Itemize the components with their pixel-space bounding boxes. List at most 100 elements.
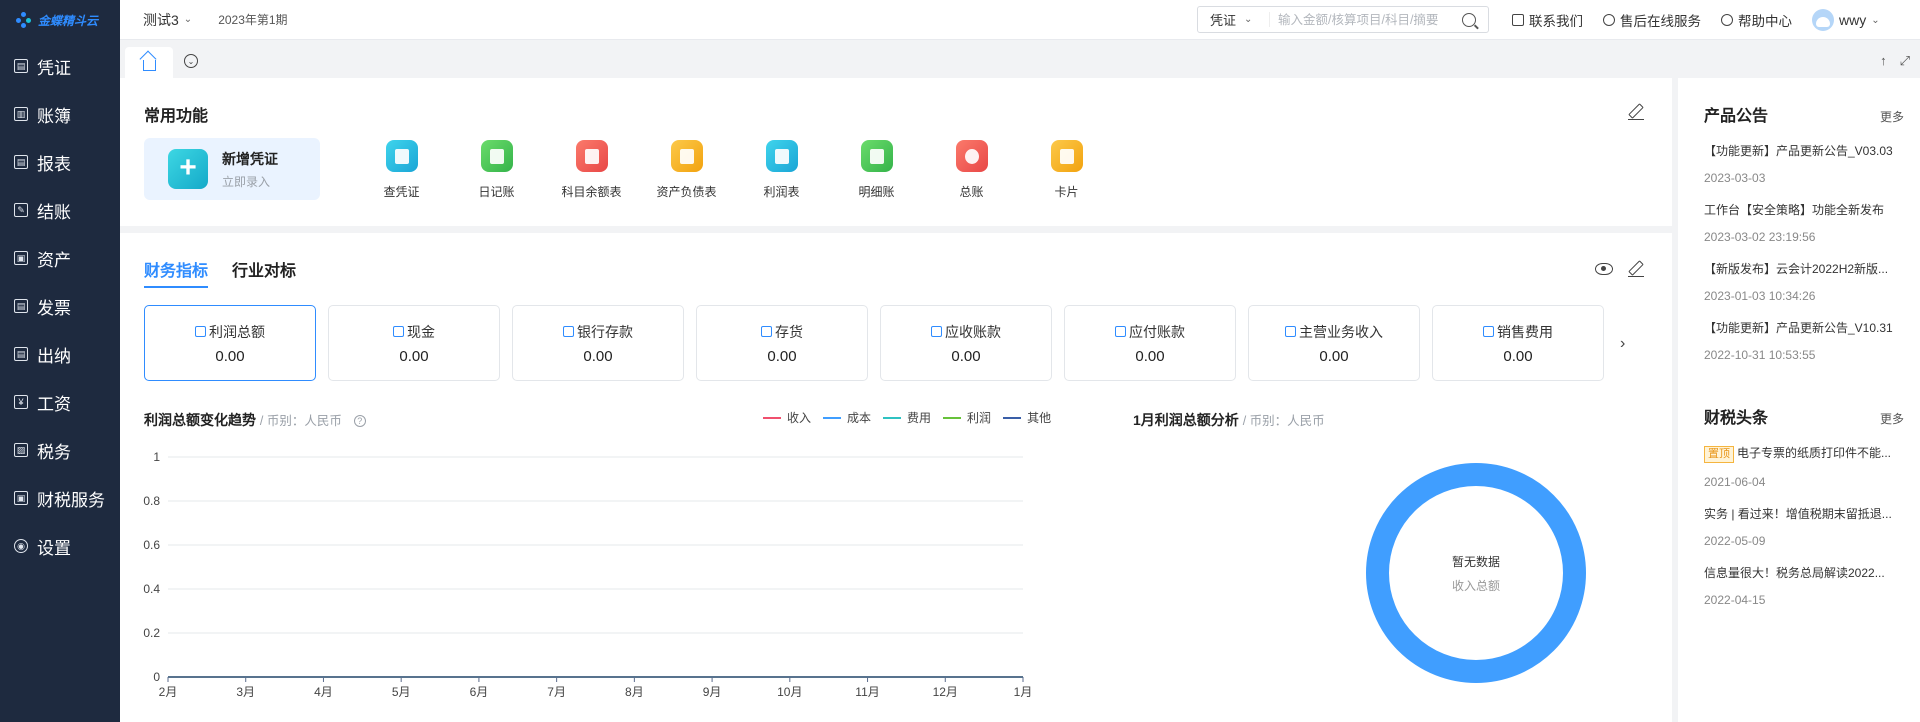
quick-link-card[interactable]: 卡片 <box>1019 140 1114 200</box>
tax-headlines: 财税头条 更多 置顶 电子专票的纸质打印件不能... 2021-06-04 实务 |… <box>1704 404 1904 607</box>
help-center-link[interactable]: 帮助中心 <box>1721 10 1792 30</box>
contact-icon <box>1512 14 1524 26</box>
sidebar-item-cashier[interactable]: ▤ 出纳 <box>0 330 120 378</box>
new-voucher-subtitle: 立即录入 <box>222 174 271 189</box>
new-voucher-button[interactable]: + 新增凭证 立即录入 <box>144 138 320 200</box>
y-tick-label: 0.4 <box>143 582 160 596</box>
user-menu[interactable]: wwy ⌄ <box>1812 9 1880 31</box>
yen-card-icon <box>1050 140 1083 172</box>
sidebar: 金蝶精斗云 ▤ 凭证 ▥ 账簿 ▤ 报表 ✎ 结账 ▣ 资产 ▤ 发票 ▤ 出纳 ¥ 工资 ▨ 税… <box>0 0 120 722</box>
quick-link-balance-sheet[interactable]: 资产负债表 <box>639 140 734 200</box>
sidebar-item-tax-services[interactable]: ▣ 财税服务 <box>0 474 120 522</box>
donut-center-label: 收入总额 <box>1451 578 1500 593</box>
x-tick-label: 8月 <box>625 685 644 699</box>
sidebar-item-settings[interactable]: ◉ 设置 <box>0 522 120 570</box>
balance-sheet-chart-icon <box>575 140 608 172</box>
tab-dropdown-button[interactable]: ⌄ <box>184 54 198 68</box>
query-voucher-icon <box>385 140 418 172</box>
tax-icon: ▨ <box>14 443 28 457</box>
edit-icon[interactable] <box>1628 104 1644 120</box>
headline-date: 2022-04-15 <box>1704 593 1766 607</box>
quick-link-label: 资产负债表 <box>656 185 717 199</box>
product-notices: 产品公告 更多 【功能更新】产品更新公告_V03.03 2023-03-03 工作… <box>1704 102 1904 362</box>
y-tick-label: 0.8 <box>143 494 160 508</box>
headlines-more-link[interactable]: 更多 <box>1880 410 1904 427</box>
common-functions-panel: 常用功能 + 新增凭证 立即录入 查凭证 日记账 科目余额表 资产负债表 利润表… <box>120 78 1672 226</box>
sidebar-nav: ▤ 凭证 ▥ 账簿 ▤ 报表 ✎ 结账 ▣ 资产 ▤ 发票 ▤ 出纳 ¥ 工资 ▨ 税务 ▣ 财税服… <box>0 42 120 570</box>
x-tick-label: 9月 <box>703 685 722 699</box>
sidebar-item-label: 工资 <box>37 394 71 414</box>
quick-links: 查凭证 日记账 科目余额表 资产负债表 利润表 明细账 总账 卡片 <box>354 140 1114 200</box>
online-support-label: 售后在线服务 <box>1620 14 1701 29</box>
sidebar-item-voucher[interactable]: ▤ 凭证 <box>0 42 120 90</box>
search-input[interactable] <box>1270 12 1460 27</box>
headline-item[interactable]: 置顶 电子专票的纸质打印件不能... 2021-06-04 <box>1704 444 1904 489</box>
sidebar-item-ledger[interactable]: ▥ 账簿 <box>0 90 120 138</box>
sidebar-item-invoice[interactable]: ▤ 发票 <box>0 282 120 330</box>
quick-link-general-ledger[interactable]: 总账 <box>924 140 1019 200</box>
y-tick-label: 0.2 <box>143 626 160 640</box>
sidebar-item-label: 出纳 <box>37 346 71 366</box>
headline-item[interactable]: 实务 | 看过来！增值税期末留抵退... 2022-05-09 <box>1704 505 1904 548</box>
fullscreen-icon[interactable]: ⤢ <box>1900 53 1910 69</box>
quick-link-income-statement[interactable]: 利润表 <box>734 140 829 200</box>
sidebar-item-reports[interactable]: ▤ 报表 <box>0 138 120 186</box>
sidebar-item-tax[interactable]: ▨ 税务 <box>0 426 120 474</box>
headline-item[interactable]: 信息量很大！税务总局解读2022... 2022-04-15 <box>1704 564 1904 607</box>
period-label: 2023年第1期 <box>218 13 288 27</box>
ledger-icon: ▥ <box>14 107 28 121</box>
search-type-value: 凭证 <box>1210 13 1237 28</box>
online-support-link[interactable]: 售后在线服务 <box>1603 10 1701 30</box>
notices-more-link[interactable]: 更多 <box>1880 108 1904 125</box>
top-bar: 测试3 ⌄ 2023年第1期 凭证 ⌄ 联系我们 售后在线服务 帮助中心 wwy… <box>120 0 1920 40</box>
voucher-icon: ▤ <box>14 59 28 73</box>
tab-tools: ↑ ⤢ <box>1880 53 1910 69</box>
profit-analysis-donut: 暂无数据 收入总额 <box>1366 463 1586 683</box>
chevron-down-icon: ⌄ <box>187 56 195 66</box>
notice-item[interactable]: 工作台【安全策略】功能全新发布 2023-03-02 23:19:56 <box>1704 201 1904 244</box>
scroll-top-icon[interactable]: ↑ <box>1880 53 1887 69</box>
journal-icon <box>480 140 513 172</box>
closing-icon: ✎ <box>14 203 28 217</box>
donut-empty-label: 暂无数据 <box>1451 554 1500 569</box>
sidebar-item-assets[interactable]: ▣ 资产 <box>0 234 120 282</box>
headline-date: 2021-06-04 <box>1704 475 1766 489</box>
notice-item[interactable]: 【功能更新】产品更新公告_V03.03 2023-03-03 <box>1704 142 1904 185</box>
search-type-select[interactable]: 凭证 ⌄ <box>1198 12 1270 28</box>
x-tick-label: 10月 <box>777 685 802 699</box>
sidebar-item-label: 资产 <box>37 250 71 270</box>
tax-services-icon: ▣ <box>14 491 28 505</box>
x-tick-label: 4月 <box>314 685 333 699</box>
account-selector[interactable]: 测试3 ⌄ <box>143 10 192 30</box>
headline-title: 电子专票的纸质打印件不能... <box>1737 446 1892 460</box>
sidebar-item-payroll[interactable]: ¥ 工资 <box>0 378 120 426</box>
logo[interactable]: 金蝶精斗云 <box>0 0 120 40</box>
search-box: 凭证 ⌄ <box>1197 6 1489 33</box>
document-icon <box>670 140 703 172</box>
headline-title: 信息量很大！税务总局解读2022... <box>1704 566 1885 580</box>
sidebar-item-label: 报表 <box>37 154 71 174</box>
sidebar-item-label: 税务 <box>37 442 71 462</box>
search-icon[interactable] <box>1462 12 1476 27</box>
x-tick-label: 3月 <box>236 685 255 699</box>
sidebar-item-label: 账簿 <box>37 106 71 126</box>
common-functions-title: 常用功能 <box>144 108 209 125</box>
quick-link-label: 卡片 <box>1054 185 1079 199</box>
chevron-down-icon: ⌄ <box>1871 14 1880 26</box>
compass-icon <box>1721 14 1733 26</box>
contact-us-link[interactable]: 联系我们 <box>1512 10 1583 30</box>
home-icon <box>142 59 156 71</box>
quick-link-detail-ledger[interactable]: 明细账 <box>829 140 924 200</box>
y-tick-label: 1 <box>153 450 160 464</box>
notice-item[interactable]: 【功能更新】产品更新公告_V10.31 2022-10-31 10:53:55 <box>1704 319 1904 362</box>
tab-home[interactable] <box>125 47 173 79</box>
quick-link-account-balance[interactable]: 科目余额表 <box>544 140 639 200</box>
headline-date: 2022-05-09 <box>1704 534 1766 548</box>
sidebar-item-closing[interactable]: ✎ 结账 <box>0 186 120 234</box>
quick-link-journal[interactable]: 日记账 <box>449 140 544 200</box>
quick-link-query-voucher[interactable]: 查凭证 <box>354 140 449 200</box>
y-tick-label: 0 <box>153 670 160 684</box>
brand-name: 金蝶精斗云 <box>38 13 99 28</box>
quick-link-label: 明细账 <box>858 185 895 199</box>
notice-item[interactable]: 【新版发布】云会计2022H2新版... 2023-01-03 10:34:26 <box>1704 260 1904 303</box>
